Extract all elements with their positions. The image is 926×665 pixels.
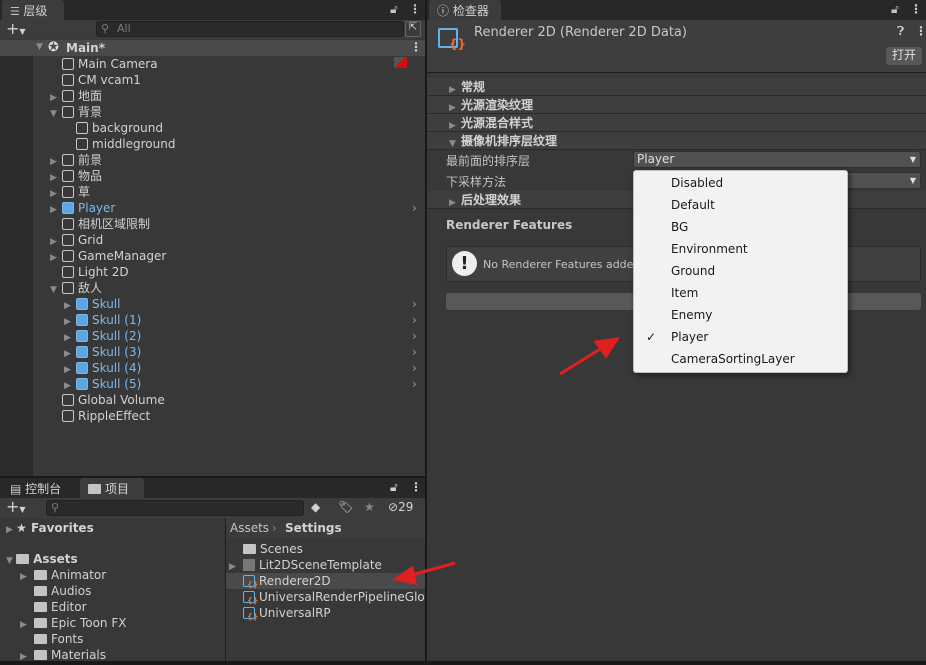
annotation-arrowhead-menu [593, 337, 621, 359]
annotation-arrowhead-asset [392, 565, 417, 585]
annotation-arrow-menu [559, 344, 606, 376]
annotation-arrow-asset [407, 561, 456, 578]
annotation-arrows [392, 337, 621, 585]
